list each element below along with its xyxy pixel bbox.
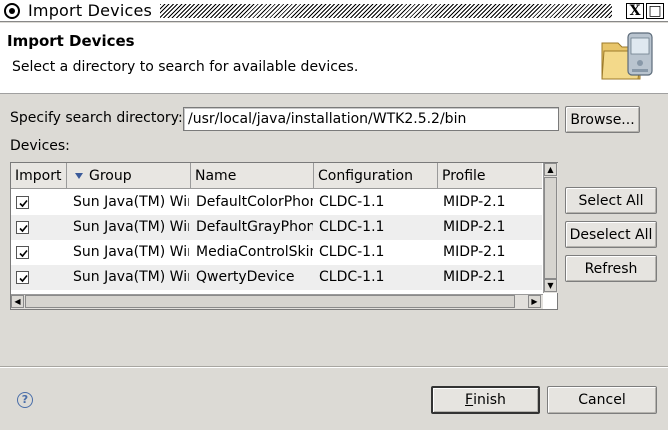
import-checkbox[interactable] [16,271,29,284]
import-checkbox[interactable] [16,246,29,259]
window-title: Import Devices [28,1,153,20]
horizontal-scrollbar[interactable]: ◀ ▶ [11,294,543,309]
devices-label: Devices: [10,138,70,154]
group-cell: Sun Java(TM) Wireless Toolkit [73,244,189,260]
page-description: Select a directory to search for availab… [12,59,359,75]
scroll-right-arrow-icon[interactable]: ▶ [528,295,541,308]
table-header: Import Group Name Configuration Profile [11,163,542,189]
profile-cell: MIDP-2.1 [443,219,506,235]
column-header-configuration[interactable]: Configuration [314,163,438,189]
column-header-profile[interactable]: Profile [438,163,542,189]
browse-button[interactable]: Browse... [565,106,640,133]
name-cell: DefaultGrayPhone [196,219,313,235]
column-header-name[interactable]: Name [191,163,314,189]
deselect-all-button[interactable]: Deselect All [565,221,657,248]
column-header-group[interactable]: Group [67,163,191,189]
column-header-label: Group [89,168,132,184]
finish-mnemonic: F [465,392,474,408]
scroll-left-arrow-icon[interactable]: ◀ [11,295,24,308]
vertical-scroll-thumb[interactable] [544,177,557,279]
name-cell: QwertyDevice [196,269,295,285]
close-window-button[interactable]: X [626,3,644,19]
title-bar-drag-area[interactable] [160,4,612,18]
refresh-button[interactable]: Refresh [565,255,657,282]
maximize-window-button[interactable]: □ [646,3,664,19]
footer-separator [0,366,668,368]
group-cell: Sun Java(TM) Wireless Toolkit [73,269,189,285]
sort-descending-icon [75,172,83,179]
window-title-bar[interactable]: Import Devices X □ [0,0,668,22]
scroll-down-arrow-icon[interactable]: ▼ [544,279,557,292]
group-cell: Sun Java(TM) Wireless Toolkit [73,219,189,235]
window-menu-icon[interactable] [4,3,20,19]
configuration-cell: CLDC-1.1 [319,194,385,210]
scroll-up-arrow-icon[interactable]: ▲ [544,163,557,176]
profile-cell: MIDP-2.1 [443,194,506,210]
table-row[interactable]: Sun Java(TM) Wireless Toolkit QwertyDevi… [11,265,542,290]
import-checkbox[interactable] [16,221,29,234]
table-row[interactable]: Sun Java(TM) Wireless Toolkit MediaContr… [11,240,542,265]
group-cell: Sun Java(TM) Wireless Toolkit [73,194,189,210]
column-header-label: Import [15,168,62,184]
search-directory-input[interactable]: /usr/local/java/installation/WTK2.5.2/bi… [183,107,559,131]
profile-cell: MIDP-2.1 [443,269,506,285]
cancel-button[interactable]: Cancel [547,386,657,414]
table-row[interactable]: Sun Java(TM) Wireless Toolkit DefaultCol… [11,190,542,215]
configuration-cell: CLDC-1.1 [319,244,385,260]
folder-devices-icon [600,31,656,83]
finish-label: inish [473,392,506,408]
devices-table[interactable]: Import Group Name Configuration Profile … [10,162,558,310]
name-cell: MediaControlSkin [196,244,313,260]
help-icon[interactable]: ? [17,392,33,408]
configuration-cell: CLDC-1.1 [319,219,385,235]
search-directory-label: Specify search directory: [10,110,183,126]
table-row[interactable]: Sun Java(TM) Wireless Toolkit DefaultGra… [11,215,542,240]
wizard-header: Import Devices Select a directory to sea… [0,23,668,94]
column-header-label: Profile [442,168,486,184]
vertical-scrollbar[interactable]: ▲ ▼ [543,163,558,293]
finish-button[interactable]: Finish [431,386,540,414]
column-header-label: Configuration [318,168,413,184]
configuration-cell: CLDC-1.1 [319,269,385,285]
column-header-import[interactable]: Import [11,163,67,189]
horizontal-scroll-thumb[interactable] [25,295,515,308]
select-all-button[interactable]: Select All [565,187,657,214]
page-title: Import Devices [7,32,135,50]
column-header-label: Name [195,168,237,184]
import-checkbox[interactable] [16,196,29,209]
profile-cell: MIDP-2.1 [443,244,506,260]
name-cell: DefaultColorPhone [196,194,313,210]
